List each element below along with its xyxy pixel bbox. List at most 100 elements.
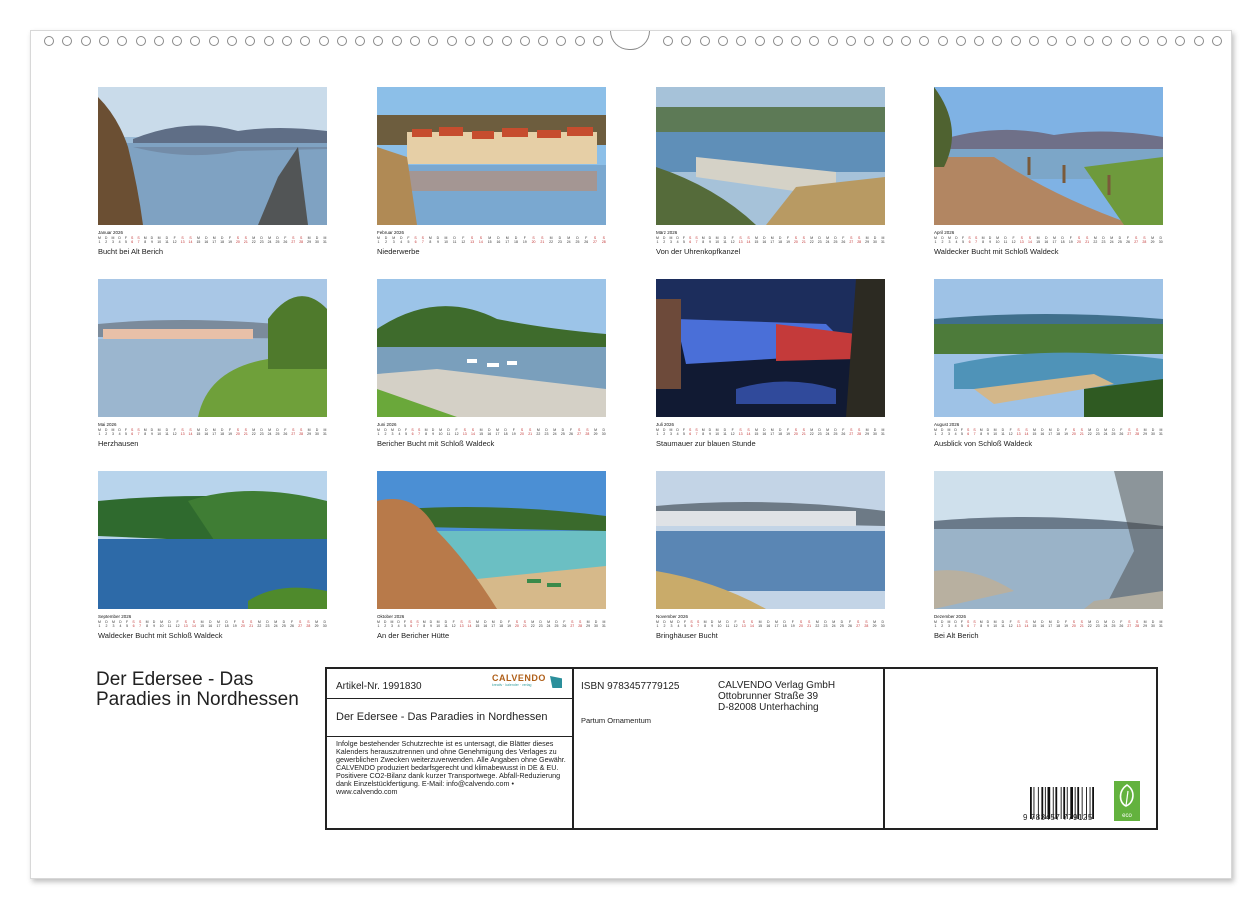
day-cell: D 25 xyxy=(275,428,280,436)
month-name: Oktober 2026 xyxy=(377,614,405,619)
day-cell: D 25 xyxy=(575,236,580,244)
binding-ring xyxy=(1029,36,1039,46)
day-cell: M 22 xyxy=(809,428,814,436)
day-cell: S 20 xyxy=(241,620,245,628)
day-cell: S 13 xyxy=(470,236,475,244)
day-strip: M 1 D 2 M 3 D 4 F 5 S 6 S 7 M 8 D 9 M 10 D 11 F 12 S 13 S 14 M 15 D 16 M… xyxy=(98,236,327,244)
day-cell: S6 xyxy=(411,428,414,436)
day-cell: D 23 xyxy=(259,236,264,244)
day-cell: S 13 xyxy=(741,620,746,628)
day-cell: D 23 xyxy=(817,236,822,244)
month-caption: Staumauer zur blauen Stunde xyxy=(656,439,756,448)
day-cell: S 21 xyxy=(243,428,248,436)
day-cell: M 24 xyxy=(1103,428,1108,436)
day-cell: F 26 xyxy=(283,236,288,244)
day-cell: M 22 xyxy=(530,620,535,628)
day-cell: D9 xyxy=(988,236,992,244)
day-cell: F 12 xyxy=(730,428,735,436)
day-cell: D 30 xyxy=(1151,428,1155,436)
day-strip: M 1 D 2 M 3 D 4 F 5 S 6 S 7 M 8 D 9 M 10 D 11 F 12 S 13 S 14 M 15 D 16 M… xyxy=(98,620,327,628)
day-cell: M 24 xyxy=(566,236,571,244)
month-name: November 2026 xyxy=(656,614,689,619)
day-cell: S 27 xyxy=(577,428,582,436)
day-strip: M 1 D 2 M 3 D 4 F 5 S 6 S 7 M 8 D 9 M 10 D 11 F 12 S 13 S 14 M 15 D 16 M… xyxy=(934,236,1163,244)
day-cell: M3 xyxy=(390,620,394,628)
day-cell: D4 xyxy=(119,620,122,628)
day-cell: F5 xyxy=(125,620,129,628)
day-cell: M 17 xyxy=(774,620,779,628)
day-cell: S 21 xyxy=(801,236,806,244)
day-cell: M 10 xyxy=(717,620,722,628)
day-cell: S 28 xyxy=(306,620,311,628)
month-name: April 2026 xyxy=(934,230,955,235)
day-cell: D 25 xyxy=(833,236,838,244)
binding-ring xyxy=(428,36,439,46)
day-cell: M 29 xyxy=(865,236,870,244)
day-cell: F 19 xyxy=(786,236,790,244)
day-cell: S 20 xyxy=(1077,236,1081,244)
day-cell: S6 xyxy=(414,236,417,244)
month-page: Februar 2026 M 1 D 2 M 3 D 4 F 5 S 6 S 7 M 8 D 9 M 10 D 11 F 12 S… xyxy=(377,87,606,256)
day-cell: M 24 xyxy=(1109,236,1114,244)
day-cell: M 29 xyxy=(593,428,598,436)
binding-ring xyxy=(153,36,164,46)
day-cell: D 11 xyxy=(723,428,727,436)
day-cell: D 23 xyxy=(538,620,543,628)
info-box: Artikel-Nr. 1991830 CALVENDO kreativ · k… xyxy=(325,667,1158,830)
barcode-digits: 9 783457 779125 xyxy=(1023,813,1093,822)
day-cell: M 31 xyxy=(601,620,606,628)
month-page: Januar 2026 M 1 D 2 M 3 D 4 F 5 S 6 S 7 M 8 D 9 M 10 D 11 F 12 S 1… xyxy=(98,87,327,256)
day-cell: M1 xyxy=(934,428,937,436)
day-strip: M 1 D 2 M 3 D 4 F 5 S 6 S 7 M 8 D 9 M 10 D 11 F 12 S 13 S 14 M 15 D 16 M… xyxy=(656,428,885,436)
info-column-barcode: 9 783457 779125 eco xyxy=(883,669,1156,828)
day-cell: S 13 xyxy=(180,236,185,244)
day-cell: S6 xyxy=(967,620,970,628)
day-cell: F 26 xyxy=(1119,620,1124,628)
day-cell: S7 xyxy=(973,428,976,436)
binding-ring xyxy=(318,36,329,46)
day-cell: S 20 xyxy=(235,428,240,436)
day-cell: S 27 xyxy=(570,620,575,628)
day-cell: D 25 xyxy=(560,428,565,436)
day-cell: D 18 xyxy=(1060,236,1065,244)
day-cell: S 27 xyxy=(1134,236,1139,244)
day-cell: M 22 xyxy=(549,236,554,244)
binding-ring xyxy=(98,36,109,46)
article-row: Artikel-Nr. 1991830 CALVENDO kreativ · k… xyxy=(327,669,572,699)
day-cell: F 19 xyxy=(786,428,790,436)
day-cell: M3 xyxy=(669,236,673,244)
binding-ring xyxy=(373,36,384,46)
binding-ring xyxy=(556,36,567,46)
day-cell: S 28 xyxy=(1135,620,1140,628)
month-name: August 2026 xyxy=(934,422,960,427)
day-cell: F 12 xyxy=(454,428,459,436)
day-cell: D 11 xyxy=(452,236,457,244)
day-cell: D 16 xyxy=(762,428,767,436)
day-cell: M 17 xyxy=(1048,428,1053,436)
day-cell: D 16 xyxy=(483,620,488,628)
day-cell: D 23 xyxy=(1095,620,1100,628)
day-cell: S 28 xyxy=(601,236,606,244)
binding-ring xyxy=(1120,36,1131,46)
article-number: Artikel-Nr. 1991830 xyxy=(336,681,422,692)
day-cell: F 12 xyxy=(175,620,180,628)
day-cell: S 13 xyxy=(462,428,467,436)
day-cell: M8 xyxy=(428,236,432,244)
day-cell: M3 xyxy=(669,620,673,628)
day-cell: D 23 xyxy=(557,236,562,244)
day-cell: M3 xyxy=(111,236,115,244)
day-cell: D 30 xyxy=(601,428,606,436)
day-cell: F5 xyxy=(404,428,408,436)
day-cell: D9 xyxy=(708,236,712,244)
day-cell: D 30 xyxy=(873,428,877,436)
day-cell: S 14 xyxy=(471,428,475,436)
day-cell: D4 xyxy=(400,236,403,244)
binding-ring xyxy=(1138,36,1149,46)
day-cell: M 15 xyxy=(196,236,201,244)
day-cell: M 10 xyxy=(157,236,162,244)
day-cell: D9 xyxy=(152,620,156,628)
day-cell: D4 xyxy=(954,620,957,628)
day-cell: S 27 xyxy=(1127,620,1132,628)
info-title: Der Edersee - Das Paradies in Nordhessen xyxy=(336,711,548,723)
day-cell: D 18 xyxy=(499,620,504,628)
